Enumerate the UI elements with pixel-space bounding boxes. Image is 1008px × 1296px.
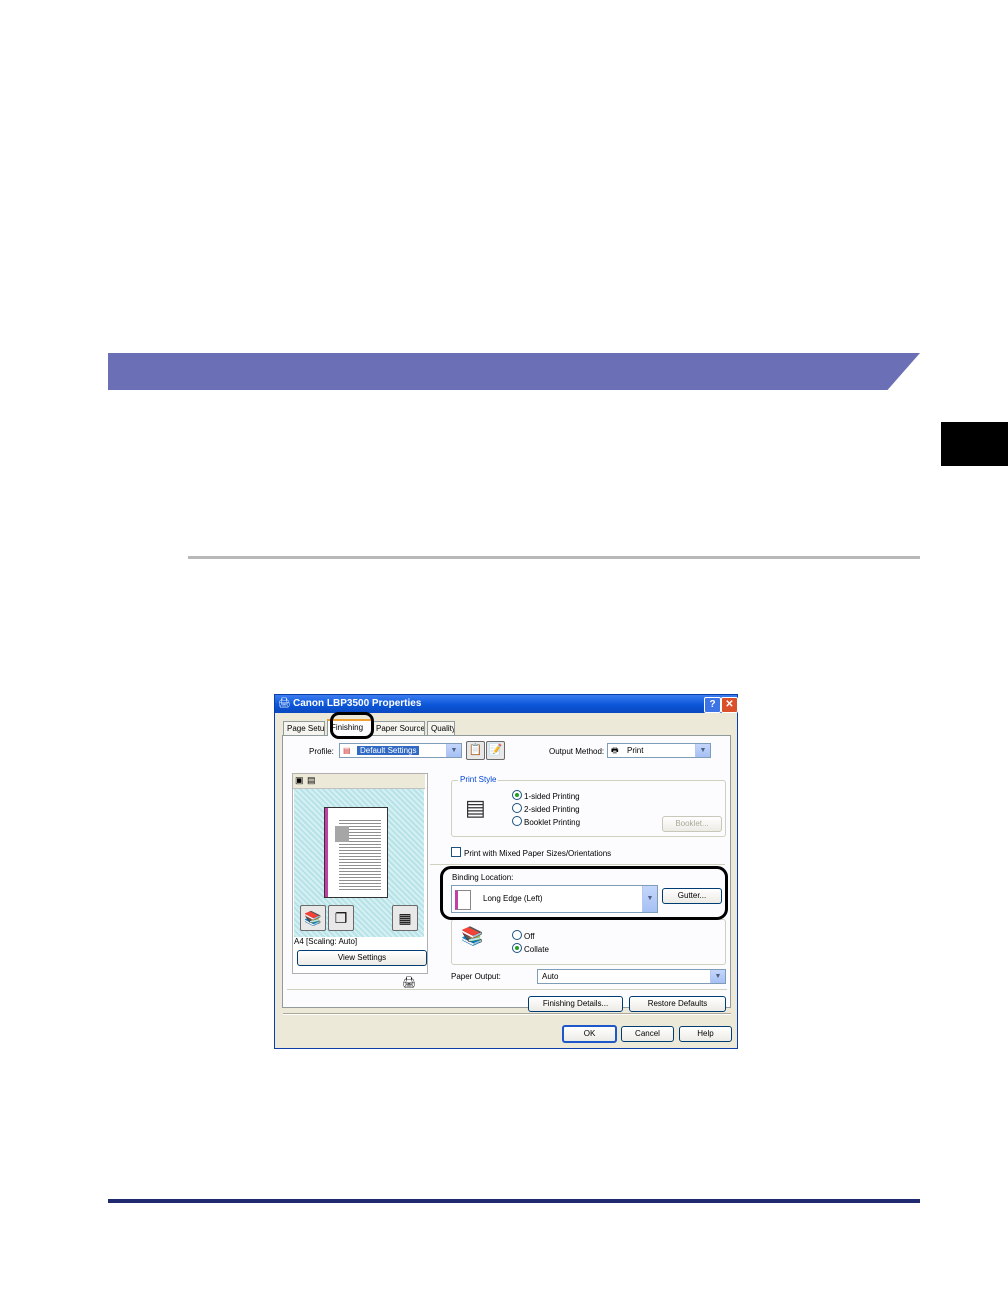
- radio-2-sided[interactable]: 2-sided Printing: [512, 803, 580, 814]
- output-method-label: Output Method:: [549, 747, 605, 756]
- radio-1-sided-indicator: [512, 790, 522, 800]
- mixed-paper-label: Print with Mixed Paper Sizes/Orientation…: [464, 849, 612, 858]
- paper-output-value: Auto: [542, 972, 559, 981]
- printer-icon: 🖨: [278, 698, 291, 709]
- radio-collate-on-indicator: [512, 943, 522, 953]
- collate-stack-icon: 📚: [461, 926, 484, 946]
- print-style-icon: ▤: [465, 795, 486, 820]
- cancel-button[interactable]: Cancel: [621, 1026, 674, 1042]
- print-style-legend: Print Style: [458, 775, 499, 784]
- profile-label: Profile:: [309, 747, 334, 756]
- ok-button[interactable]: OK: [562, 1025, 617, 1043]
- print-icon: 🖶: [611, 746, 619, 755]
- dialog-title: Canon LBP3500 Properties: [293, 698, 422, 709]
- title-help-button[interactable]: ?: [704, 697, 721, 713]
- finishing-details-button[interactable]: Finishing Details...: [528, 996, 623, 1012]
- dialog-separator: [283, 1013, 731, 1015]
- print-style-group: Print Style ▤ 1-sided Printing 2-sided P…: [451, 775, 726, 837]
- page-image-block: [335, 826, 349, 842]
- radio-collate-off-indicator: [512, 930, 522, 940]
- panel-divider: [430, 864, 725, 865]
- restore-defaults-button[interactable]: Restore Defaults: [629, 996, 726, 1012]
- radio-1-sided-label: 1-sided Printing: [524, 792, 580, 801]
- chevron-down-icon: ▼: [446, 744, 461, 757]
- tab-page-setup[interactable]: Page Setup: [283, 721, 325, 735]
- chapter-side-tab: [941, 422, 1008, 466]
- profile-value: Default Settings: [357, 746, 420, 755]
- preview-status: A4 [Scaling: Auto]: [294, 937, 358, 946]
- radio-2-sided-indicator: [512, 803, 522, 813]
- panel-bottom-divider: [287, 989, 727, 990]
- radio-collate-off-label: Off: [524, 932, 535, 941]
- page-layout-icon[interactable]: ▦: [392, 905, 418, 931]
- tab-quality[interactable]: Quality: [427, 721, 455, 735]
- tab-paper-source[interactable]: Paper Source: [372, 721, 425, 735]
- step-divider: [188, 556, 920, 559]
- chevron-down-icon: ▼: [710, 970, 725, 983]
- add-profile-icon[interactable]: 📋: [466, 741, 485, 760]
- chevron-down-icon: ▼: [695, 744, 710, 757]
- binding-edge-marker: [325, 808, 328, 897]
- title-bar[interactable]: 🖨 Canon LBP3500 Properties ? ✕: [275, 695, 738, 713]
- preview-toolbar: ▣ ▤: [293, 774, 425, 789]
- booklet-button[interactable]: Booklet...: [662, 816, 722, 832]
- radio-booklet-label: Booklet Printing: [524, 818, 581, 827]
- footer-rule: [108, 1199, 920, 1203]
- printer-status-icon[interactable]: 🖨: [402, 976, 416, 989]
- radio-collate-off[interactable]: Off: [512, 930, 535, 941]
- radio-collate-on-label: Collate: [524, 945, 549, 954]
- preview-page: [324, 807, 388, 898]
- binding-location-callout: [440, 866, 728, 920]
- page-view-icon[interactable]: ▣: [295, 775, 304, 786]
- help-button[interactable]: Help: [679, 1026, 732, 1042]
- view-settings-button[interactable]: View Settings: [297, 950, 427, 966]
- copies-icon[interactable]: ❐: [328, 905, 354, 931]
- finishing-tab-callout: [330, 712, 374, 739]
- mixed-paper-checkbox[interactable]: Print with Mixed Paper Sizes/Orientation…: [451, 847, 611, 858]
- profile-select[interactable]: ▤ Default Settings ▼: [339, 743, 462, 758]
- collate-icon[interactable]: 📚: [300, 905, 326, 931]
- collate-group: 📚 Off Collate: [451, 919, 726, 965]
- radio-booklet-indicator: [512, 816, 522, 826]
- radio-booklet[interactable]: Booklet Printing: [512, 816, 580, 827]
- radio-2-sided-label: 2-sided Printing: [524, 805, 580, 814]
- preview-pane: ▣ ▤ 📚 ❐ ▦ A4 [Scaling: Auto] View Settin…: [292, 773, 428, 974]
- title-close-button[interactable]: ✕: [721, 697, 738, 713]
- printer-view-icon[interactable]: ▤: [307, 775, 316, 786]
- output-method-select[interactable]: 🖶 Print ▼: [607, 743, 711, 758]
- mixed-paper-checkbox-box: [451, 847, 461, 857]
- profile-icon: ▤: [343, 746, 351, 755]
- output-method-value: Print: [627, 746, 644, 755]
- edit-profile-icon[interactable]: 📝: [486, 741, 505, 760]
- section-heading-band: [108, 353, 920, 390]
- radio-1-sided[interactable]: 1-sided Printing: [512, 790, 580, 801]
- radio-collate-on[interactable]: Collate: [512, 943, 549, 954]
- paper-output-select[interactable]: Auto ▼: [537, 969, 726, 984]
- preview-image: 📚 ❐ ▦: [294, 789, 424, 937]
- paper-output-label: Paper Output:: [451, 972, 501, 981]
